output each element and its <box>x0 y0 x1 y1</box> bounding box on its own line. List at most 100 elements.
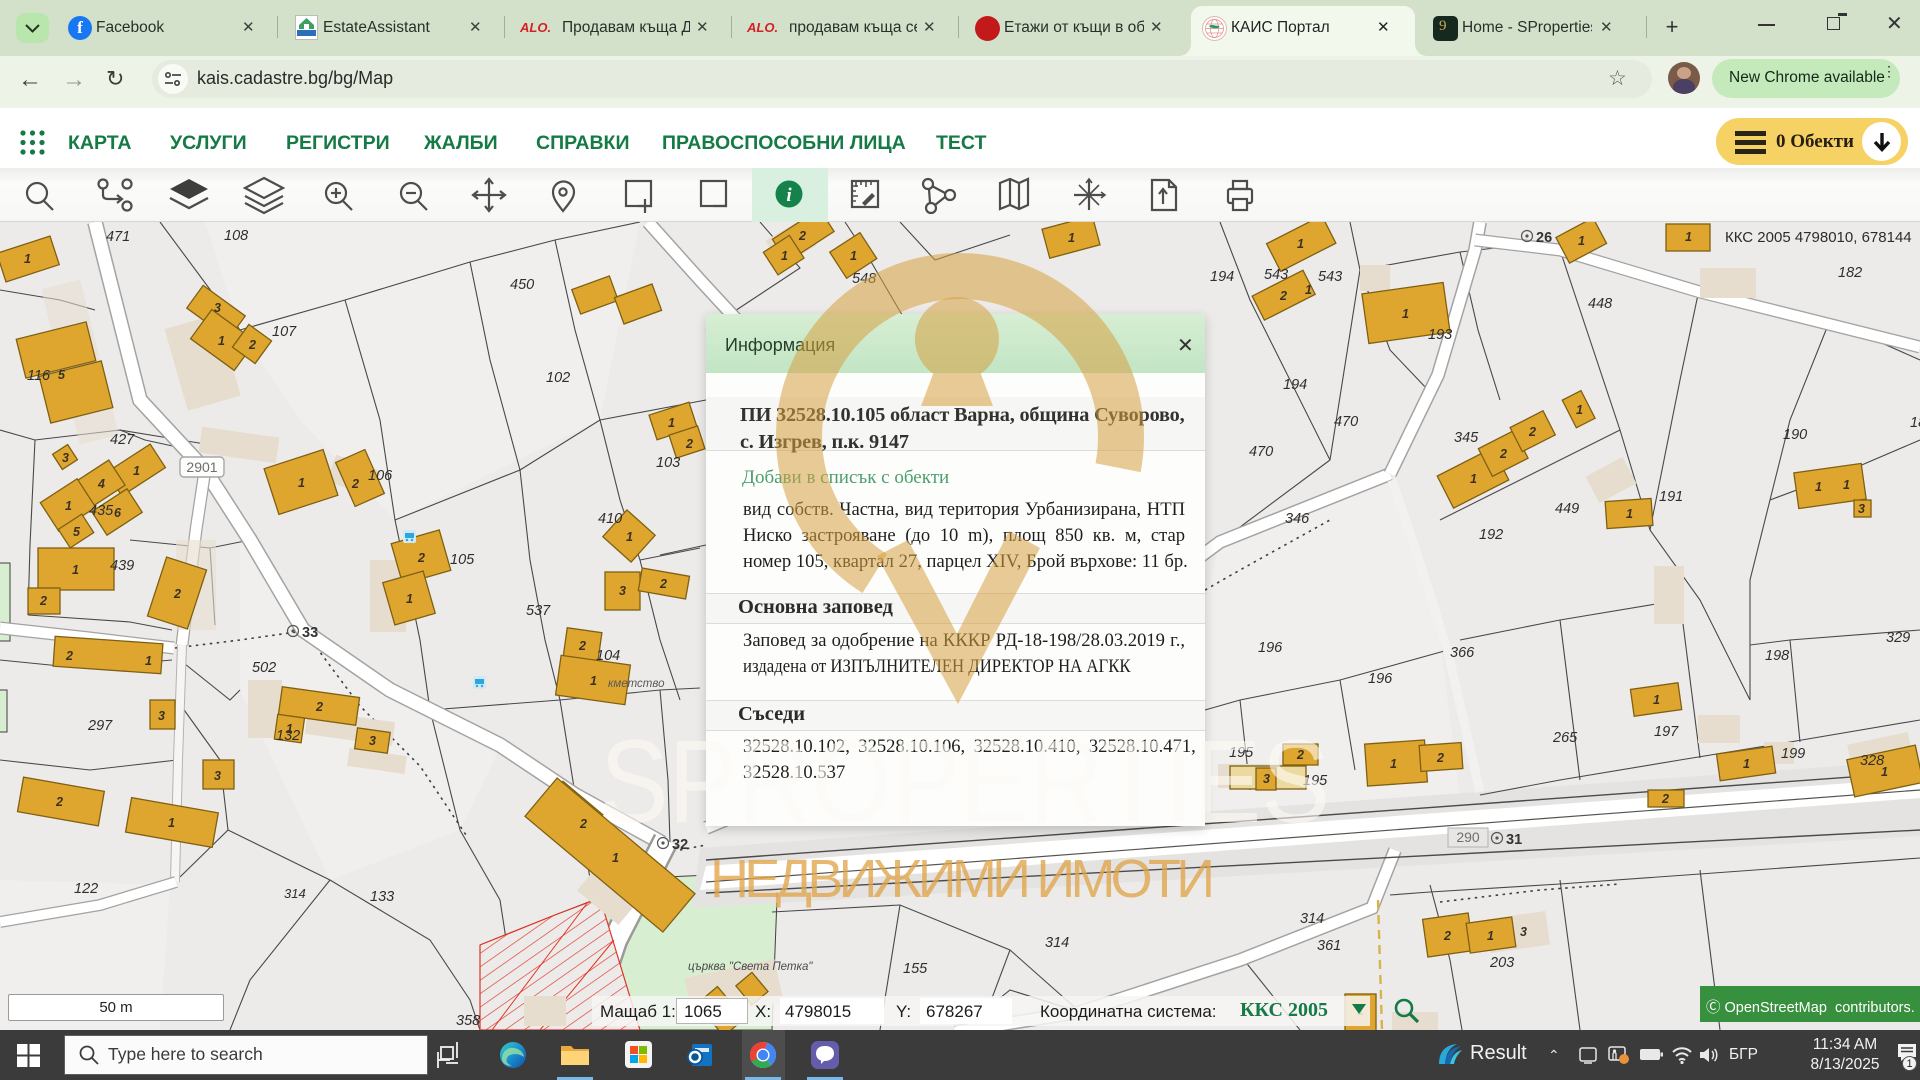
svg-text:5: 5 <box>73 525 81 539</box>
svg-text:26: 26 <box>1536 230 1552 246</box>
svg-text:33: 33 <box>302 625 318 641</box>
svg-text:2: 2 <box>315 700 323 714</box>
svg-text:190: 190 <box>1783 427 1807 443</box>
svg-text:193: 193 <box>1428 327 1452 343</box>
svg-text:1: 1 <box>24 252 31 266</box>
svg-text:106: 106 <box>368 468 393 484</box>
svg-text:3: 3 <box>1263 772 1270 786</box>
svg-text:2: 2 <box>65 649 73 663</box>
svg-text:1: 1 <box>1487 929 1494 943</box>
svg-text:18: 18 <box>1910 415 1920 431</box>
svg-text:346: 346 <box>1285 511 1310 527</box>
svg-text:195: 195 <box>1303 773 1328 789</box>
svg-text:2: 2 <box>1296 748 1304 762</box>
svg-text:2: 2 <box>55 795 63 809</box>
svg-text:203: 203 <box>1489 955 1514 971</box>
svg-text:290: 290 <box>1456 829 1480 845</box>
svg-text:133: 133 <box>370 889 394 905</box>
svg-text:1: 1 <box>1297 237 1304 251</box>
svg-text:3: 3 <box>369 734 376 748</box>
svg-text:155: 155 <box>903 961 928 977</box>
svg-text:102: 102 <box>546 370 570 386</box>
svg-text:196: 196 <box>1368 671 1393 687</box>
svg-text:1: 1 <box>1685 230 1692 244</box>
svg-text:2: 2 <box>351 477 359 491</box>
svg-text:1: 1 <box>406 592 413 606</box>
svg-text:1: 1 <box>1068 231 1075 245</box>
svg-text:31: 31 <box>1506 832 1522 848</box>
svg-text:3: 3 <box>62 451 69 465</box>
svg-text:1: 1 <box>590 674 597 688</box>
svg-text:195: 195 <box>1229 745 1254 761</box>
svg-text:1: 1 <box>218 334 225 348</box>
svg-text:2: 2 <box>685 437 693 451</box>
svg-text:108: 108 <box>224 228 248 244</box>
svg-text:1: 1 <box>1881 765 1888 779</box>
svg-text:кметство: кметство <box>608 678 665 690</box>
svg-text:543: 543 <box>1264 267 1288 283</box>
svg-text:199: 199 <box>1781 746 1805 762</box>
svg-text:105: 105 <box>450 552 475 568</box>
svg-text:502: 502 <box>252 660 276 676</box>
svg-text:537: 537 <box>526 603 551 619</box>
svg-text:1: 1 <box>65 499 72 513</box>
svg-text:450: 450 <box>510 277 534 293</box>
svg-text:2: 2 <box>1279 289 1287 303</box>
svg-text:1: 1 <box>1626 507 1633 521</box>
svg-text:191: 191 <box>1659 489 1683 505</box>
svg-text:470: 470 <box>1249 444 1273 460</box>
svg-text:4: 4 <box>97 477 105 491</box>
svg-text:1: 1 <box>668 416 675 430</box>
svg-text:116: 116 <box>27 368 51 384</box>
svg-text:2: 2 <box>417 551 425 565</box>
svg-text:2: 2 <box>798 229 806 243</box>
svg-text:543: 543 <box>1318 269 1342 285</box>
svg-text:2: 2 <box>1661 792 1669 806</box>
svg-text:1: 1 <box>850 249 857 263</box>
svg-text:1: 1 <box>781 249 788 263</box>
svg-text:439: 439 <box>110 558 134 574</box>
svg-text:2: 2 <box>1528 425 1536 439</box>
svg-text:1: 1 <box>1305 283 1312 297</box>
svg-text:1: 1 <box>1653 693 1660 707</box>
svg-text:2: 2 <box>248 338 256 352</box>
svg-text:i: i <box>786 185 792 206</box>
svg-text:197: 197 <box>1654 724 1679 740</box>
svg-text:2: 2 <box>659 577 667 591</box>
svg-text:3: 3 <box>214 769 221 783</box>
svg-text:314: 314 <box>284 886 306 901</box>
svg-text:3: 3 <box>1858 502 1865 516</box>
svg-text:1: 1 <box>1578 234 1585 248</box>
svg-text:2: 2 <box>39 594 47 608</box>
svg-text:2: 2 <box>1436 751 1444 765</box>
svg-text:1: 1 <box>286 722 293 736</box>
svg-text:2: 2 <box>578 639 586 653</box>
svg-text:църква "Света Петка": църква "Света Петка" <box>688 961 813 973</box>
svg-text:1: 1 <box>1576 403 1583 417</box>
svg-text:32: 32 <box>672 837 688 853</box>
svg-text:449: 449 <box>1555 501 1579 517</box>
svg-text:366: 366 <box>1450 645 1475 661</box>
svg-text:314: 314 <box>1045 935 1069 951</box>
svg-text:410: 410 <box>598 511 622 527</box>
svg-text:1: 1 <box>133 464 140 478</box>
svg-text:1: 1 <box>298 476 305 490</box>
svg-text:107: 107 <box>272 324 297 340</box>
svg-text:358: 358 <box>456 1013 480 1029</box>
svg-text:1: 1 <box>1390 757 1397 771</box>
svg-text:2: 2 <box>1443 929 1451 943</box>
svg-text:192: 192 <box>1479 527 1503 543</box>
svg-text:448: 448 <box>1588 296 1612 312</box>
svg-text:1: 1 <box>1470 472 1477 486</box>
svg-text:2901: 2901 <box>186 459 217 475</box>
svg-text:470: 470 <box>1334 414 1358 430</box>
svg-text:265: 265 <box>1552 730 1578 746</box>
svg-text:427: 427 <box>110 432 135 448</box>
svg-text:198: 198 <box>1765 648 1789 664</box>
svg-text:3: 3 <box>1520 925 1527 939</box>
svg-text:2: 2 <box>579 817 587 831</box>
svg-text:1: 1 <box>168 816 175 830</box>
svg-text:2: 2 <box>1499 447 1507 461</box>
svg-text:194: 194 <box>1283 377 1307 393</box>
svg-text:1: 1 <box>626 530 633 544</box>
